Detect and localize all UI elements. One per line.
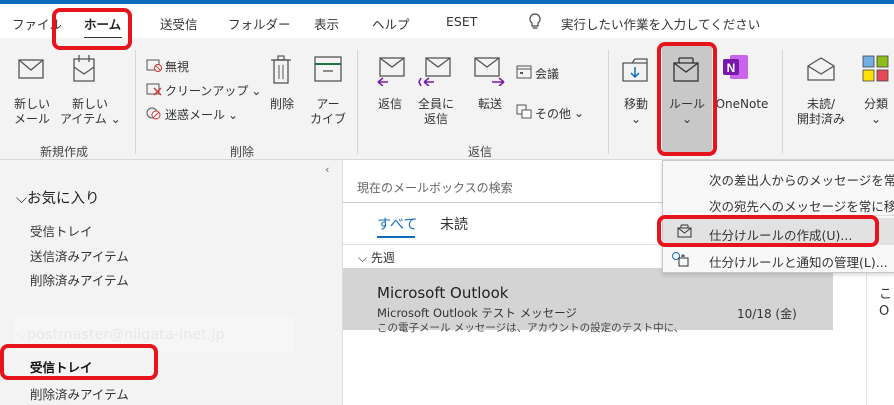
ignore-icon	[146, 58, 162, 75]
new-mail-icon	[18, 58, 44, 83]
group-separator	[608, 50, 609, 154]
chevron-down-icon: ⌵	[358, 251, 371, 265]
group-label-new: 新規作成	[40, 145, 89, 159]
menu-item-always-move-to[interactable]: 次の宛先へのメッセージを常に移動	[663, 189, 894, 216]
favorite-sent-items[interactable]: 送信済みアイテム	[30, 246, 129, 265]
unread-read-icon	[806, 56, 836, 85]
chevron-down-icon: ⌄	[110, 112, 121, 126]
move-button[interactable]: 移動 ⌄	[618, 97, 654, 127]
trash-icon	[270, 55, 292, 88]
chevron-down-icon: ⌄	[870, 112, 882, 126]
menu-divider	[663, 215, 894, 216]
group-separator	[782, 50, 783, 154]
search-input[interactable]: 現在のメールボックスの検索	[357, 179, 513, 196]
filter-unread[interactable]: 未読	[440, 214, 468, 234]
onenote-icon: N	[722, 53, 750, 84]
reply-button[interactable]: 返信	[374, 97, 406, 112]
tab-view[interactable]: 表示	[314, 14, 339, 33]
chevron-down-icon: ⌵	[16, 191, 27, 207]
svg-text:N: N	[727, 61, 736, 75]
categorize-icon	[862, 55, 890, 86]
chevron-down-icon: ⌄	[681, 112, 693, 126]
favorite-inbox[interactable]: 受信トレイ	[30, 221, 93, 240]
group-separator	[135, 50, 136, 154]
archive-icon	[314, 56, 342, 85]
chevron-down-icon: ⌄	[630, 112, 642, 126]
chevron-down-icon: ⌄	[574, 106, 585, 120]
tab-folder[interactable]: フォルダー	[228, 14, 291, 33]
rules-icon	[670, 55, 702, 88]
account-header[interactable]: ⌵postmaster@niigata-inet.jp	[16, 327, 225, 343]
chevron-down-icon: ⌄	[251, 83, 262, 98]
tab-help[interactable]: ヘルプ	[372, 14, 410, 33]
ignore-button[interactable]: 無視	[146, 58, 189, 75]
reply-icon	[374, 56, 406, 89]
calendar-icon	[516, 64, 532, 82]
collapse-pane-icon[interactable]: ‹	[325, 163, 329, 176]
tab-file[interactable]: ファイル	[12, 14, 62, 33]
account-deleted-items[interactable]: 削除済みアイテム	[30, 384, 129, 403]
rules-label: ルール ⌄	[662, 97, 712, 127]
reply-all-icon	[418, 56, 452, 89]
account-inbox[interactable]: 受信トレイ	[30, 357, 93, 376]
more-respond-button[interactable]: その他 ⌄	[516, 104, 584, 122]
search-box[interactable]: 現在のメールボックスの検索	[343, 170, 673, 203]
group-label-respond: 返信	[468, 145, 493, 159]
move-icon	[621, 55, 651, 86]
reply-all-button[interactable]: 全員に 返信	[416, 97, 456, 127]
chevron-down-icon: ⌵	[16, 327, 27, 343]
categorize-button[interactable]: 分類 ⌄	[858, 97, 894, 127]
create-rule-icon	[677, 224, 693, 241]
tab-home[interactable]: ホーム	[84, 14, 121, 33]
message-row[interactable]: Microsoft Outlook Microsoft Outlook テスト …	[343, 268, 833, 334]
tell-me-search[interactable]: 実行したい作業を入力してください	[561, 14, 760, 33]
menu-item-create-rule[interactable]: 仕分けルールの作成(U)...	[663, 218, 894, 245]
group-separator	[357, 50, 358, 154]
tab-eset[interactable]: ESET	[446, 14, 477, 29]
archive-button[interactable]: アー カイブ	[308, 97, 348, 127]
message-sender: Microsoft Outlook	[377, 284, 509, 302]
forward-icon	[474, 56, 508, 89]
delete-button[interactable]: 削除	[262, 97, 302, 112]
group-label-delete: 削除	[230, 145, 255, 159]
menu-item-always-move-from[interactable]: 次の差出人からのメッセージを常に移	[663, 163, 894, 190]
ribbon-tab-bar: ファイル ホーム 送受信 フォルダー 表示 ヘルプ ESET 実行したい作業を入…	[0, 4, 894, 39]
junk-button[interactable]: 迷惑メール ⌄	[146, 106, 238, 123]
onenote-button[interactable]: OneNote	[714, 97, 770, 112]
reading-pane-text: O	[879, 304, 890, 319]
chevron-down-icon: ⌄	[228, 107, 239, 122]
cleanup-button[interactable]: クリーンアップ ⌄	[146, 82, 261, 99]
unread-read-button[interactable]: 未読/開封済み	[796, 97, 846, 127]
junk-icon	[146, 106, 162, 123]
new-mail-button[interactable]: 新しい メール	[10, 97, 54, 127]
tab-send-receive[interactable]: 送受信	[160, 14, 198, 33]
message-preview: この電子メール メッセージは、アカウントの設定のテスト中に、	[377, 322, 685, 334]
rules-dropdown-menu: 次の差出人からのメッセージを常に移 次の宛先へのメッセージを常に移動 仕分けルー…	[662, 160, 894, 273]
cleanup-icon	[146, 82, 162, 99]
favorites-header[interactable]: ⌵お気に入り	[16, 187, 100, 208]
more-icon	[516, 104, 532, 122]
filter-all[interactable]: すべて	[377, 214, 417, 234]
message-subject: Microsoft Outlook テスト メッセージ	[377, 306, 577, 320]
reading-pane-text: こ	[879, 287, 893, 302]
menu-item-manage-rules[interactable]: 仕分けルールと通知の管理(L)...	[663, 245, 894, 272]
new-items-icon	[70, 53, 98, 86]
favorite-deleted-items[interactable]: 削除済みアイテム	[30, 270, 129, 289]
new-items-button[interactable]: 新しい アイテム ⌄	[60, 97, 121, 127]
lightbulb-icon	[528, 13, 542, 34]
forward-button[interactable]: 転送	[474, 97, 506, 112]
message-date: 10/18 (金)	[737, 307, 797, 321]
meeting-button[interactable]: 会議	[516, 64, 559, 82]
filter-active-indicator	[377, 236, 415, 238]
manage-rules-icon	[671, 251, 689, 270]
group-header-last-week[interactable]: ⌵ 先週	[358, 249, 395, 266]
